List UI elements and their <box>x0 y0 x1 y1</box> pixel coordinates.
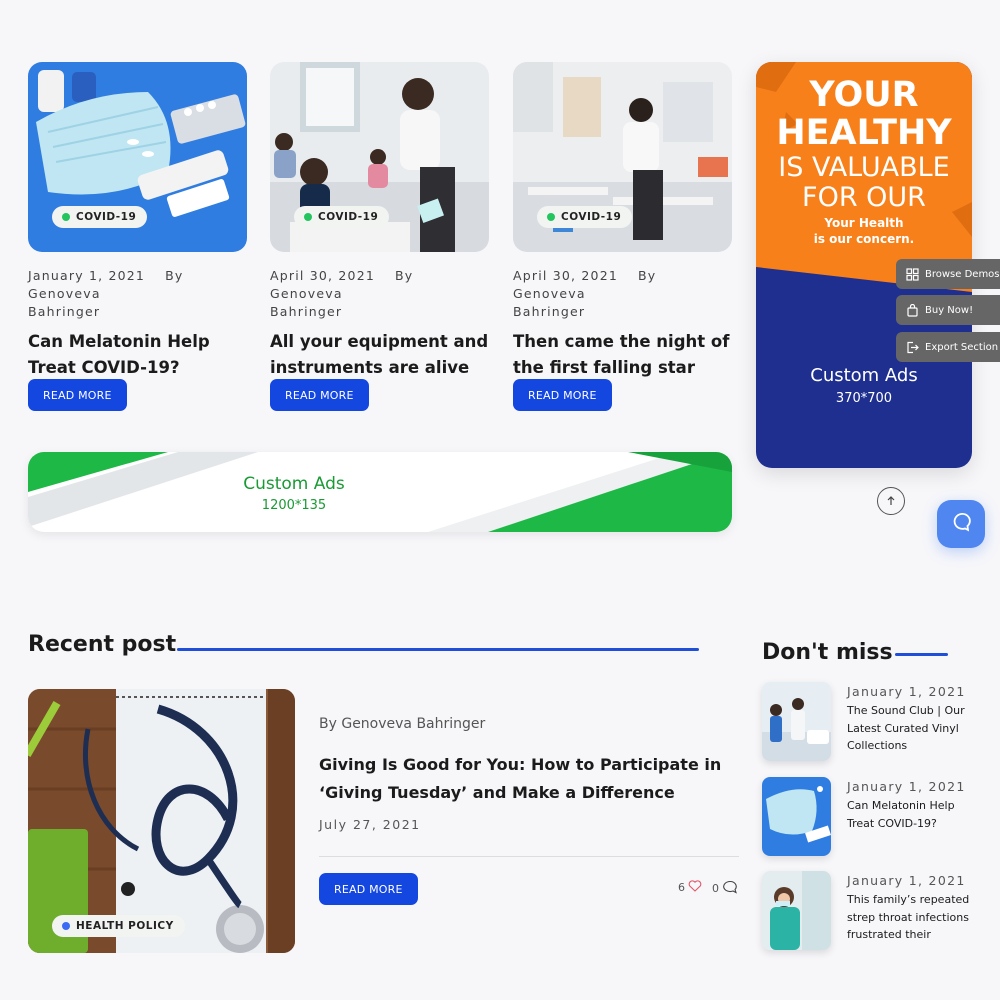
recent-post-heading-line <box>177 648 699 651</box>
wide-ad-label: Custom Ads <box>243 474 345 494</box>
dont-miss-thumbnail[interactable] <box>762 871 831 950</box>
arrow-up-icon <box>885 492 897 511</box>
dont-miss-thumbnail[interactable] <box>762 777 831 856</box>
post-thumbnail[interactable]: COVID-19 <box>513 62 732 252</box>
post-date: April 30, 2021 <box>270 268 376 283</box>
recent-post-thumbnail[interactable]: HEALTH POLICY <box>28 689 295 953</box>
buy-now-button[interactable]: Buy Now! <box>896 295 1000 325</box>
post-title[interactable]: Then came the night of the first falling… <box>513 329 733 381</box>
dont-miss-thumbnail[interactable] <box>762 682 831 761</box>
export-section-label: Export Section <box>925 341 999 353</box>
export-section-button[interactable]: Export Section <box>896 332 1000 362</box>
badge-dot <box>547 213 555 221</box>
post-card[interactable]: COVID-19 January 1, 2021 By Genoveva Bahri… <box>28 62 248 411</box>
post-thumbnail[interactable]: COVID-19 <box>28 62 247 252</box>
post-date: January 1, 2021 <box>28 268 146 283</box>
category-badge[interactable]: COVID-19 <box>294 206 390 228</box>
dont-miss-item[interactable]: January 1, 2021 This family’s repeated s… <box>762 871 992 951</box>
category-badge[interactable]: HEALTH POLICY <box>52 915 185 937</box>
ad-headline-1: YOUR <box>809 75 919 115</box>
post-author-surname[interactable]: Bahringer <box>28 304 100 319</box>
badge-dot <box>304 213 312 221</box>
post-title[interactable]: All your equipment and instruments are a… <box>270 329 490 381</box>
category-badge[interactable]: COVID-19 <box>52 206 148 228</box>
ad-headline-4: FOR OUR <box>802 182 926 213</box>
badge-label: COVID-19 <box>561 211 622 223</box>
post-author-surname[interactable]: Bahringer <box>513 304 585 319</box>
dont-miss-title[interactable]: The Sound Club | Our Latest Curated Viny… <box>847 702 982 755</box>
post-author-surname[interactable]: Bahringer <box>270 304 342 319</box>
ad-tagline-1: Your Health <box>824 216 904 230</box>
heart-icon <box>688 880 702 895</box>
recent-post-date: July 27, 2021 <box>319 817 421 832</box>
post-title[interactable]: Can Melatonin Help Treat COVID-19? <box>28 329 248 381</box>
comment-count: 0 <box>712 882 719 895</box>
recent-post-divider <box>319 856 739 857</box>
shopping-bag-icon <box>906 303 919 317</box>
ad-tagline-2: is our concern. <box>813 232 915 246</box>
read-more-button[interactable]: READ MORE <box>513 379 612 411</box>
ad-size: 370*700 <box>835 391 893 406</box>
post-meta: April 30, 2021 By Genoveva Bahringer <box>513 267 733 321</box>
post-card[interactable]: COVID-19 April 30, 2021 By Genoveva Bahrin… <box>270 62 490 411</box>
post-meta: January 1, 2021 By Genoveva Bahringer <box>28 267 248 321</box>
recent-post-author[interactable]: By Genoveva Bahringer <box>319 716 485 732</box>
badge-label: HEALTH POLICY <box>76 920 174 932</box>
grid-icon <box>906 267 919 281</box>
recent-post-title[interactable]: Giving Is Good for You: How to Participa… <box>319 751 739 807</box>
category-badge[interactable]: COVID-19 <box>537 206 633 228</box>
badge-label: COVID-19 <box>76 211 137 223</box>
dont-miss-title[interactable]: Can Melatonin Help Treat COVID-19? <box>847 797 982 832</box>
browse-demos-button[interactable]: Browse Demos <box>896 259 1000 289</box>
post-meta: April 30, 2021 By Genoveva Bahringer <box>270 267 490 321</box>
browse-demos-label: Browse Demos <box>925 268 1000 280</box>
chat-button[interactable] <box>937 500 985 548</box>
dont-miss-item[interactable]: January 1, 2021 The Sound Club | Our Lat… <box>762 682 992 762</box>
comment-counter[interactable]: 0 <box>712 880 738 897</box>
dont-miss-item[interactable]: January 1, 2021 Can Melatonin Help Treat… <box>762 777 992 857</box>
post-date: April 30, 2021 <box>513 268 619 283</box>
chat-bubble-icon <box>950 511 972 537</box>
ad-headline-2: HEALTHY <box>776 113 952 153</box>
export-icon <box>906 341 919 354</box>
read-more-button[interactable]: READ MORE <box>319 873 418 905</box>
post-card[interactable]: COVID-19 April 30, 2021 By Genoveva Bahrin… <box>513 62 733 411</box>
scroll-to-top-button[interactable] <box>877 487 905 515</box>
like-count: 6 <box>678 881 685 894</box>
badge-dot <box>62 213 70 221</box>
buy-now-label: Buy Now! <box>925 304 974 316</box>
read-more-button[interactable]: READ MORE <box>28 379 127 411</box>
dont-miss-title[interactable]: This family’s repeated strep throat infe… <box>847 891 982 944</box>
dont-miss-heading: Don't miss <box>762 640 893 665</box>
wide-ad-banner[interactable]: Custom Ads 1200*135 <box>28 452 732 532</box>
dont-miss-date: January 1, 2021 <box>847 873 966 888</box>
wide-ad-size: 1200*135 <box>261 498 327 513</box>
read-more-button[interactable]: READ MORE <box>270 379 369 411</box>
ad-label: Custom Ads <box>810 365 918 386</box>
dont-miss-date: January 1, 2021 <box>847 779 966 794</box>
badge-dot <box>62 922 70 930</box>
post-thumbnail[interactable]: COVID-19 <box>270 62 489 252</box>
ad-headline-3: IS VALUABLE <box>778 152 950 183</box>
dont-miss-heading-line <box>895 653 948 656</box>
dont-miss-date: January 1, 2021 <box>847 684 966 699</box>
like-counter[interactable]: 6 <box>678 880 702 895</box>
recent-post-heading: Recent post <box>28 632 177 657</box>
comment-icon <box>722 880 738 897</box>
badge-label: COVID-19 <box>318 211 379 223</box>
